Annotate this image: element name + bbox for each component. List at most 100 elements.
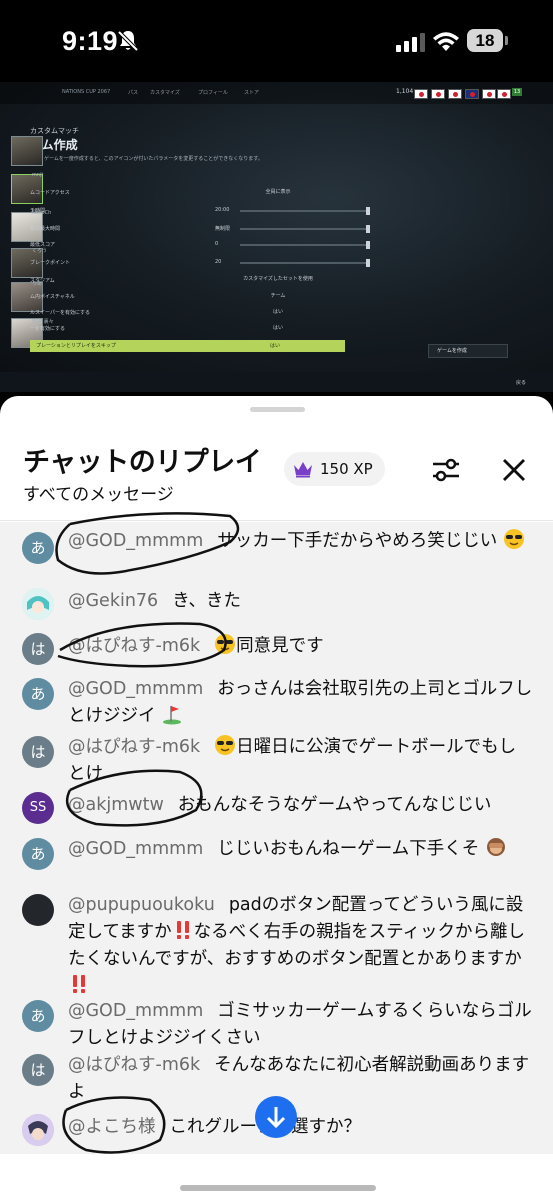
video-player[interactable]: NATIONS CUP 2067 パス カスタマイズ プロフィール ストア 1,… [0,82,553,392]
setting-value: 20:00 [215,207,230,213]
avatar[interactable]: は [22,633,54,665]
cellular-signal-icon [396,33,425,52]
avatar[interactable] [22,894,54,926]
setting-label: チ時間 [30,208,46,214]
setting-label: ルスイーパーを有効にする [30,310,91,316]
avatar[interactable]: あ [22,532,54,564]
message-body: @GOD_mmmm サッカー下手だからやめろ笑じじい [68,528,533,555]
golf-flag-emoji-icon [163,706,182,725]
sunglasses-emoji-icon [215,735,236,755]
setting-slider [240,244,368,246]
game-setting-row: ブレークポイント 20 [30,258,370,268]
setting-label: 脱の最大時間 [30,226,61,232]
crown-icon [294,462,312,478]
game-setting-row: チ時間 20:00 [30,206,370,216]
chat-message-list[interactable]: あ @GOD_mmmm サッカー下手だからやめろ笑じじい @Gekin76 き、きた… [0,522,553,1154]
sunglasses-emoji-icon [503,529,524,549]
setting-label: ブレークポイント [30,260,71,266]
message-body: @はぴねす-m6k そんなあなたに初心者解説動画ありますよ [68,1052,533,1106]
setting-slider-knob [366,241,370,249]
avatar[interactable]: は [22,736,54,768]
game-nav-item: カスタマイズ [150,90,180,96]
flag-icon [448,89,462,99]
setting-label: 最低スコア [30,242,56,248]
message-text: サッカー下手だからやめろ笑じじい [217,531,498,551]
status-bar: 9:19 18 [0,0,553,82]
flag-icon [431,89,445,99]
home-indicator[interactable] [180,1185,376,1191]
close-icon[interactable] [500,456,528,484]
flag-icon [465,89,479,99]
game-center-label: はい [272,309,283,315]
message-author[interactable]: @pupupuoukoku [68,895,215,915]
message-text: おもんなそうなゲームやってんなじじい [177,795,492,815]
xp-badge[interactable]: 150 XP [284,452,385,486]
flag-icon [414,89,428,99]
chat-title: チャットのリプレイ [23,447,262,478]
avatar[interactable]: あ [22,678,54,710]
battery-cap [505,36,508,45]
message-author[interactable]: @GOD_mmmm [68,839,203,859]
message-author[interactable]: @GOD_mmmm [68,1001,203,1021]
message-body: @GOD_mmmm おっさんは会社取引先の上司とゴルフしとけジジイ [68,676,533,730]
chat-filter-label[interactable]: すべてのメッセージ [23,480,174,505]
game-description: ゲームを一度作成すると、このアイコンが付いたパラメータを変更することができなくな… [44,156,263,162]
setting-slider-knob [366,225,370,233]
flag-icon [497,89,511,99]
game-score: 1,104 [396,88,414,95]
message-author[interactable]: @GOD_mmmm [68,531,203,551]
bell-slash-icon [117,30,139,52]
avatar-image-icon [22,1114,54,1146]
game-nav-item: ストア [244,90,260,96]
double-exclamation-icon [73,975,85,993]
message-author[interactable]: @はぴねす-m6k [68,737,200,757]
game-back-label: 戻る [516,380,527,386]
see-no-evil-monkey-emoji-icon [486,838,505,856]
message-text: 同意見です [236,636,324,656]
setting-label: ム内ボイスチャネル [30,294,75,300]
player-name: mnjt [32,172,44,178]
message-author[interactable]: @akjmwtw [68,795,164,815]
message-body: @はぴねす-m6k 日曜日に公演でゲートボールでもしとけ [68,734,533,788]
avatar[interactable]: SS [22,792,54,824]
avatar[interactable] [22,1114,54,1146]
game-screen: NATIONS CUP 2067 パス カスタマイズ プロフィール ストア 1,… [0,82,553,386]
message-text: き、きた [172,591,241,611]
game-nav-item: パス [128,90,139,96]
game-header-small: カスタムマッチ [30,127,79,135]
setting-value: 20 [215,259,222,265]
clock: 9:19 [62,26,119,56]
scroll-to-latest-button[interactable] [255,1096,297,1138]
message-body: @Gekin76 き、きた [68,588,533,615]
drag-handle[interactable] [250,407,305,412]
message-author[interactable]: @はぴねす-m6k [68,636,200,656]
message-body: @よこち様これグループ予選すか？ [68,1114,533,1141]
avatar[interactable]: あ [22,1000,54,1032]
setting-label: ムコードアクセス [30,190,70,196]
game-create-button: ゲームを作成 [428,344,508,358]
divider [0,520,553,521]
xp-badge-label: 150 XP [320,460,373,478]
game-center-label: カスタマイズしたセットを使用 [243,276,313,282]
message-body: @GOD_mmmm じじいおもんねーゲーム下手くそ [68,836,533,863]
avatar[interactable]: は [22,1054,54,1086]
setting-slider [240,210,368,212]
game-setting-row: ムコードアクセス [30,188,350,198]
game-nav-item: プロフィール [198,90,228,96]
setting-value: 無制限 [215,226,231,232]
battery-indicator: 18 [467,29,503,52]
game-setting-row: 脱の最大時間 無制限 [30,224,370,234]
message-author[interactable]: @Gekin76 [68,591,158,611]
message-author[interactable]: @GOD_mmmm [68,679,203,699]
setting-slider-knob [366,207,370,215]
message-body: @akjmwtw おもんなそうなゲームやってんなじじい [68,792,533,819]
avatar[interactable] [22,588,54,620]
message-body: @はぴねす-m6k 同意見です [68,633,533,660]
message-author[interactable]: @よこち様 [68,1117,156,1137]
sliders-icon[interactable] [430,454,462,486]
chat-replay-sheet: チャットのリプレイ すべてのメッセージ 150 XP あ @GOD_mmmm サッ… [0,396,553,1200]
message-author[interactable]: @はぴねす-m6k [68,1055,200,1075]
game-nav-item: NATIONS CUP 2067 [62,89,111,95]
avatar[interactable]: あ [22,838,54,870]
setting-label: ーを有効にする [30,326,66,332]
